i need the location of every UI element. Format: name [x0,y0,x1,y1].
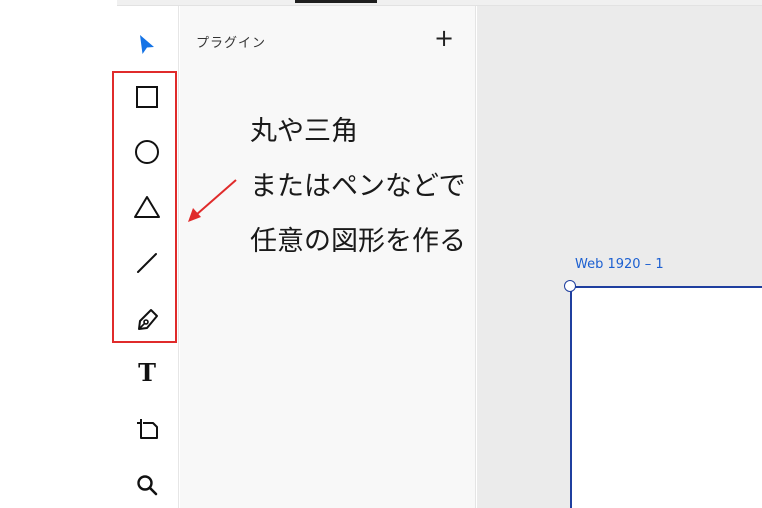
arrow-head-icon [188,208,201,222]
annotation-arrow [188,179,237,222]
app-window: T プラグイン + Web 1920 – 1 丸や三角 またはペンなどで 任意の… [0,0,762,508]
